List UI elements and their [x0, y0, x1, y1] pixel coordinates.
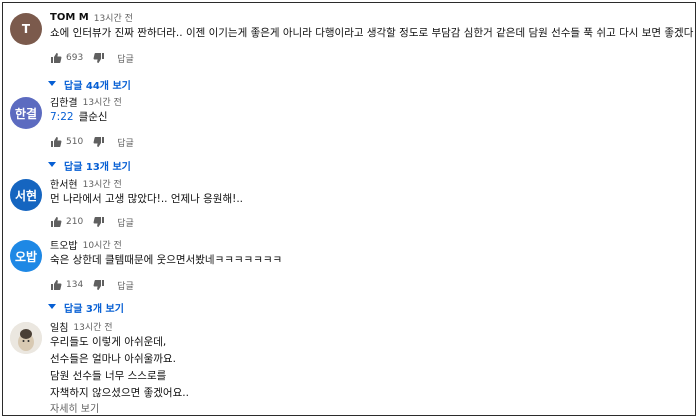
thumbs-up-icon[interactable] — [50, 279, 62, 291]
comment-author[interactable]: 김한결 — [50, 94, 78, 109]
comment-text: 숙은 상한데 클템때문에 웃으면서봤네ㅋㅋㅋㅋㅋㅋㅋ — [50, 254, 283, 266]
reply-button[interactable]: 답글 — [117, 136, 134, 149]
comment-author[interactable]: 트오밥 — [50, 237, 78, 252]
comment-time[interactable]: 13시간 전 — [94, 11, 133, 24]
thumbs-up-icon[interactable] — [50, 52, 62, 64]
comment-author[interactable]: 한서현 — [50, 176, 78, 191]
reply-button[interactable]: 답글 — [117, 216, 134, 229]
comment-text-line: 선수들은 얼마나 아쉬울까요. — [50, 353, 176, 365]
comments-panel: T TOM M 13시간 전 쇼에 인터뷰가 진짜 짠하더라.. 이젠 이기는게… — [2, 2, 696, 416]
view-replies-button[interactable]: 답글 13개 보기 — [48, 155, 693, 175]
like-count: 210 — [66, 217, 84, 227]
avatar-letter: 오밥 — [14, 249, 38, 264]
reply-button[interactable]: 답글 — [117, 279, 134, 292]
like-count: 134 — [66, 280, 84, 290]
avatar[interactable] — [10, 322, 42, 354]
thumbs-down-icon[interactable] — [93, 216, 105, 228]
view-replies-label: 답글 3개 보기 — [64, 303, 124, 315]
view-replies-label: 답글 44개 보기 — [64, 80, 131, 92]
avatar[interactable]: T — [10, 13, 42, 45]
avatar-letter: 서현 — [14, 188, 38, 203]
comment-time[interactable]: 13시간 전 — [83, 95, 122, 108]
comment-text: 쇼에 인터뷰가 진짜 짠하더라.. 이젠 이기는게 좋은게 아니라 다행이라고 … — [50, 27, 696, 39]
comment-text-line: 자책하지 않으셨으면 좋겠어요.. — [50, 387, 189, 399]
thumbs-up-icon[interactable] — [50, 216, 62, 228]
timestamp-link[interactable]: 7:22 — [50, 111, 74, 123]
comment-time[interactable]: 10시간 전 — [83, 238, 122, 251]
comment-text-line: 우리들도 이렇게 아쉬운데, — [50, 336, 167, 348]
thumbs-down-icon[interactable] — [93, 279, 105, 291]
avatar[interactable]: 서현 — [10, 179, 42, 211]
like-count: 510 — [66, 137, 84, 147]
reply-button[interactable]: 답글 — [117, 52, 134, 65]
like-count: 693 — [66, 53, 84, 63]
caret-down-icon — [48, 79, 56, 90]
comment-text: 먼 나라에서 고생 많았다!.. 언제나 응원해!.. — [50, 193, 244, 205]
avatar[interactable]: 한결 — [10, 97, 42, 129]
comment-time[interactable]: 13시간 전 — [73, 320, 112, 333]
comment-time[interactable]: 13시간 전 — [83, 177, 122, 190]
comment-author[interactable]: 일침 — [50, 319, 68, 334]
avatar-photo-icon — [10, 322, 42, 354]
comment-text: 클순신 — [78, 111, 108, 123]
read-more-button[interactable]: 자세히 보기 — [50, 402, 693, 415]
thumbs-up-icon[interactable] — [50, 136, 62, 148]
caret-down-icon — [48, 302, 56, 313]
thumbs-down-icon[interactable] — [93, 52, 105, 64]
thumbs-down-icon[interactable] — [93, 136, 105, 148]
avatar-letter: 한결 — [14, 106, 38, 121]
caret-down-icon — [48, 160, 56, 171]
view-replies-label: 답글 13개 보기 — [64, 161, 131, 173]
avatar[interactable]: 오밥 — [10, 240, 42, 272]
comment-text-line: 담원 선수들 너무 스스로를 — [50, 370, 167, 382]
comment-author[interactable]: TOM M — [50, 12, 89, 23]
avatar-letter: T — [21, 22, 31, 36]
view-replies-button[interactable]: 답글 3개 보기 — [48, 297, 693, 317]
view-replies-button[interactable]: 답글 44개 보기 — [48, 74, 693, 94]
